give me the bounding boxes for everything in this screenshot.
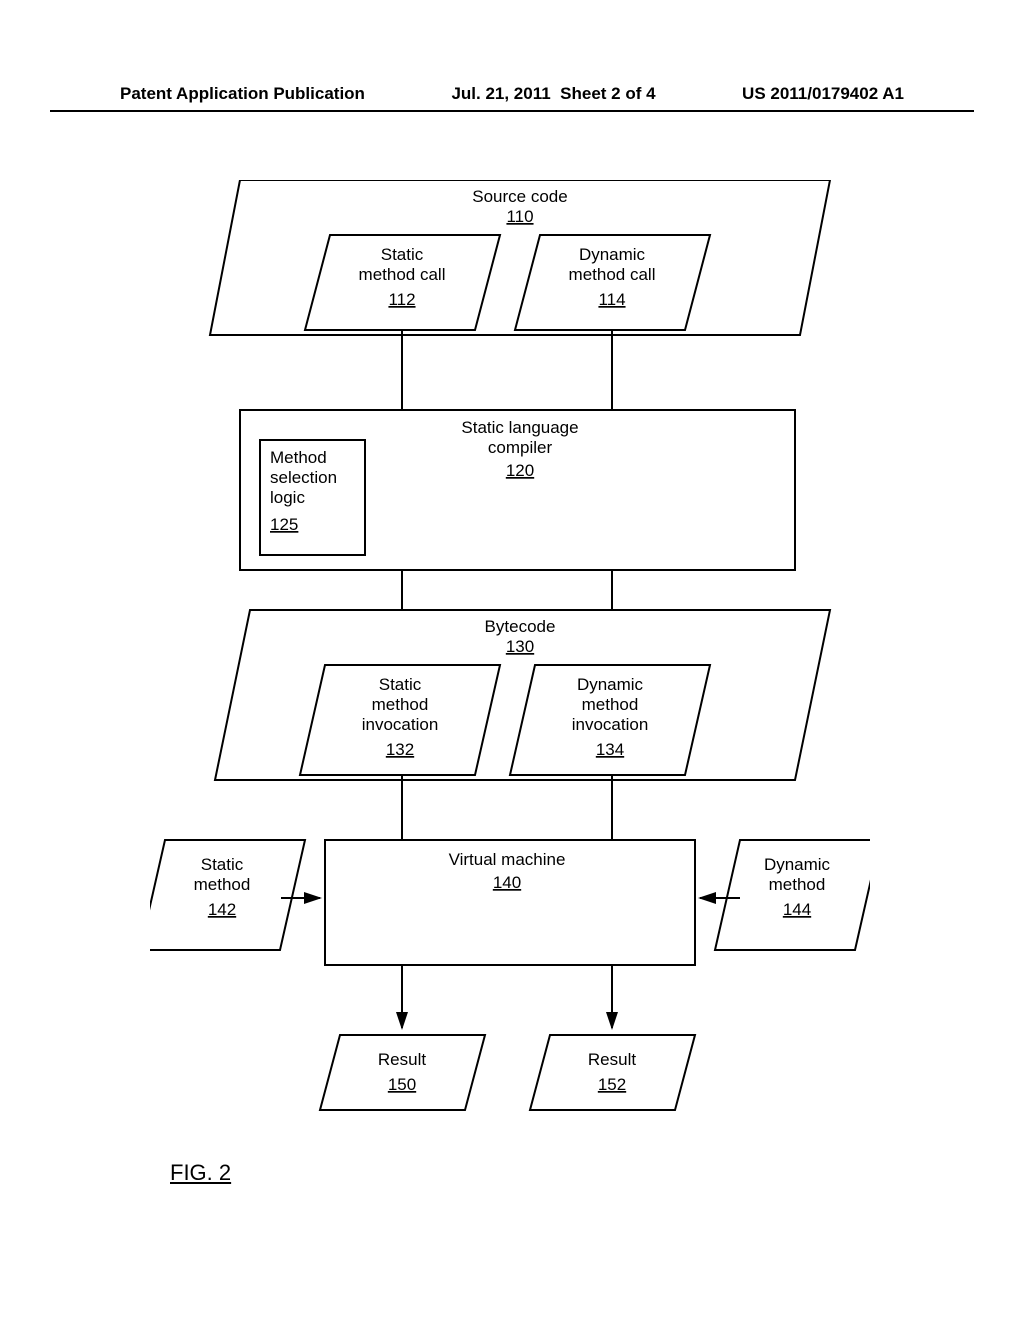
static-method-ref: 142 [208,900,236,919]
page-header: Patent Application Publication Jul. 21, … [0,84,1024,104]
result-left-block: Result 150 [320,1035,485,1110]
svg-text:Static: Static [201,855,244,874]
source-code-title: Source code [472,187,567,206]
result-right-ref: 152 [598,1075,626,1094]
svg-text:selection: selection [270,468,337,487]
flow-diagram: Source code 110 Static method call 112 D… [150,180,870,1160]
vm-ref: 140 [493,873,521,892]
dynamic-call-ref: 114 [598,290,625,309]
svg-text:method: method [769,875,826,894]
svg-text:compiler: compiler [488,438,553,457]
svg-text:Static: Static [381,245,424,264]
virtual-machine-block: Virtual machine 140 [325,840,695,965]
dynamic-inv-ref: 134 [596,740,624,759]
svg-text:method: method [194,875,251,894]
dynamic-method-call-block: Dynamic method call 114 [515,235,710,330]
source-code-ref: 110 [506,207,533,226]
result-left-title: Result [378,1050,426,1069]
bytecode-ref: 130 [506,637,534,656]
dynamic-invocation-block: Dynamic method invocation 134 [510,665,710,775]
svg-text:method: method [582,695,639,714]
static-method-call-block: Static method call 112 [305,235,500,330]
svg-text:method call: method call [359,265,446,284]
svg-text:logic: logic [270,488,305,507]
svg-text:Dynamic: Dynamic [764,855,831,874]
svg-text:Dynamic: Dynamic [577,675,644,694]
svg-text:Static language: Static language [461,418,578,437]
svg-text:invocation: invocation [572,715,649,734]
dynamic-method-ref: 144 [783,900,811,919]
static-method-block: Static method 142 [150,840,305,950]
svg-text:invocation: invocation [362,715,439,734]
header-rule [50,110,974,112]
figure-label: FIG. 2 [170,1160,231,1186]
static-call-ref: 112 [388,290,415,309]
method-selection-block: Method selection logic 125 [260,440,365,555]
result-right-title: Result [588,1050,636,1069]
svg-text:Method: Method [270,448,327,467]
header-date-sheet: Jul. 21, 2011 Sheet 2 of 4 [451,84,655,104]
result-right-block: Result 152 [530,1035,695,1110]
bytecode-title: Bytecode [485,617,556,636]
result-left-ref: 150 [388,1075,416,1094]
compiler-ref: 120 [506,461,534,480]
method-sel-ref: 125 [270,515,298,534]
static-inv-ref: 132 [386,740,414,759]
static-invocation-block: Static method invocation 132 [300,665,500,775]
svg-text:method: method [372,695,429,714]
header-publication: Patent Application Publication [120,84,365,104]
header-pubnum: US 2011/0179402 A1 [742,84,904,104]
svg-text:Static: Static [379,675,422,694]
svg-text:Dynamic: Dynamic [579,245,646,264]
dynamic-method-block: Dynamic method 144 [715,840,870,950]
svg-text:method call: method call [569,265,656,284]
vm-title: Virtual machine [449,850,566,869]
